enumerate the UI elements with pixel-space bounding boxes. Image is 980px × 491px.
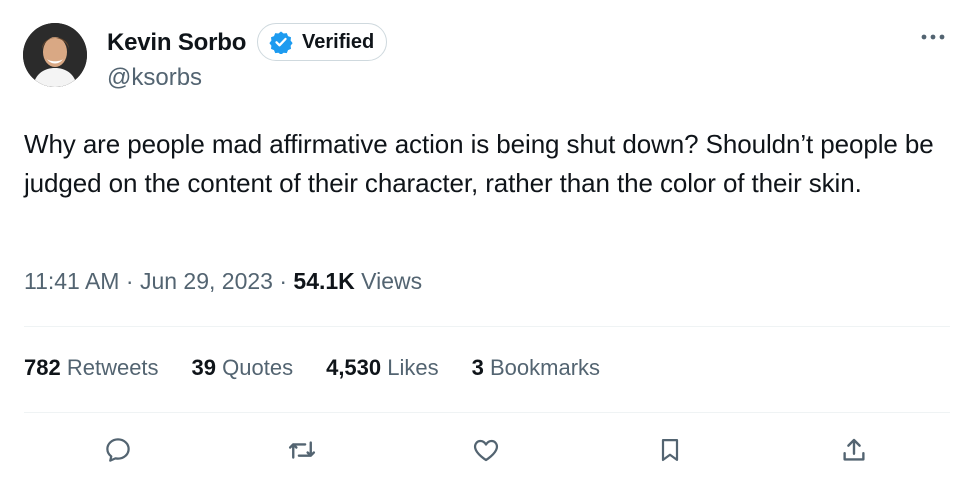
retweets-label: Retweets	[60, 355, 159, 380]
likes-count: 4,530	[326, 355, 382, 380]
meta-separator: ·	[272, 268, 294, 294]
bookmarks-stat[interactable]: 3 Bookmarks	[472, 355, 600, 381]
verified-checkmark-icon	[269, 31, 293, 54]
author-handle[interactable]: @ksorbs	[107, 64, 202, 92]
tweet-date[interactable]: Jun 29, 2023	[140, 268, 273, 294]
retweets-stat[interactable]: 782 Retweets	[24, 355, 159, 381]
avatar[interactable]	[23, 23, 87, 87]
action-bar	[0, 428, 980, 478]
ellipsis-icon	[921, 34, 945, 40]
divider	[24, 412, 950, 413]
like-button[interactable]	[464, 428, 508, 472]
profile-photo-icon	[23, 23, 87, 87]
quotes-count: 39	[191, 355, 217, 380]
tweet-text: Why are people mad affirmative action is…	[24, 129, 934, 198]
quotes-label: Quotes	[216, 355, 294, 380]
retweet-button[interactable]	[280, 428, 324, 472]
author-name[interactable]: Kevin Sorbo	[107, 29, 246, 57]
bookmarks-label: Bookmarks	[483, 355, 601, 380]
views-label: Views	[354, 268, 423, 294]
tweet-meta: 11:41 AM · Jun 29, 2023 · 54.1K Views	[24, 268, 422, 295]
verified-label: Verified	[302, 30, 375, 53]
bookmarks-count: 3	[471, 355, 484, 380]
retweets-count: 782	[24, 355, 61, 380]
engagement-stats: 782 Retweets 39 Quotes 4,530 Likes 3 Boo…	[24, 355, 633, 381]
share-button[interactable]	[832, 428, 876, 472]
like-icon	[473, 439, 499, 462]
reply-button[interactable]	[96, 428, 140, 472]
likes-label: Likes	[381, 355, 439, 380]
meta-separator: ·	[119, 268, 140, 294]
share-icon	[843, 438, 865, 461]
bookmark-icon	[661, 438, 679, 462]
likes-stat[interactable]: 4,530 Likes	[326, 355, 439, 381]
retweet-icon	[288, 441, 316, 459]
verified-badge[interactable]: Verified	[257, 23, 387, 61]
views-count: 54.1K	[293, 268, 355, 294]
more-options-button[interactable]	[917, 27, 949, 47]
divider	[24, 326, 950, 327]
tweet-time[interactable]: 11:41 AM	[24, 268, 119, 294]
quotes-stat[interactable]: 39 Quotes	[192, 355, 294, 381]
reply-icon	[106, 438, 130, 462]
bookmark-button[interactable]	[648, 428, 692, 472]
